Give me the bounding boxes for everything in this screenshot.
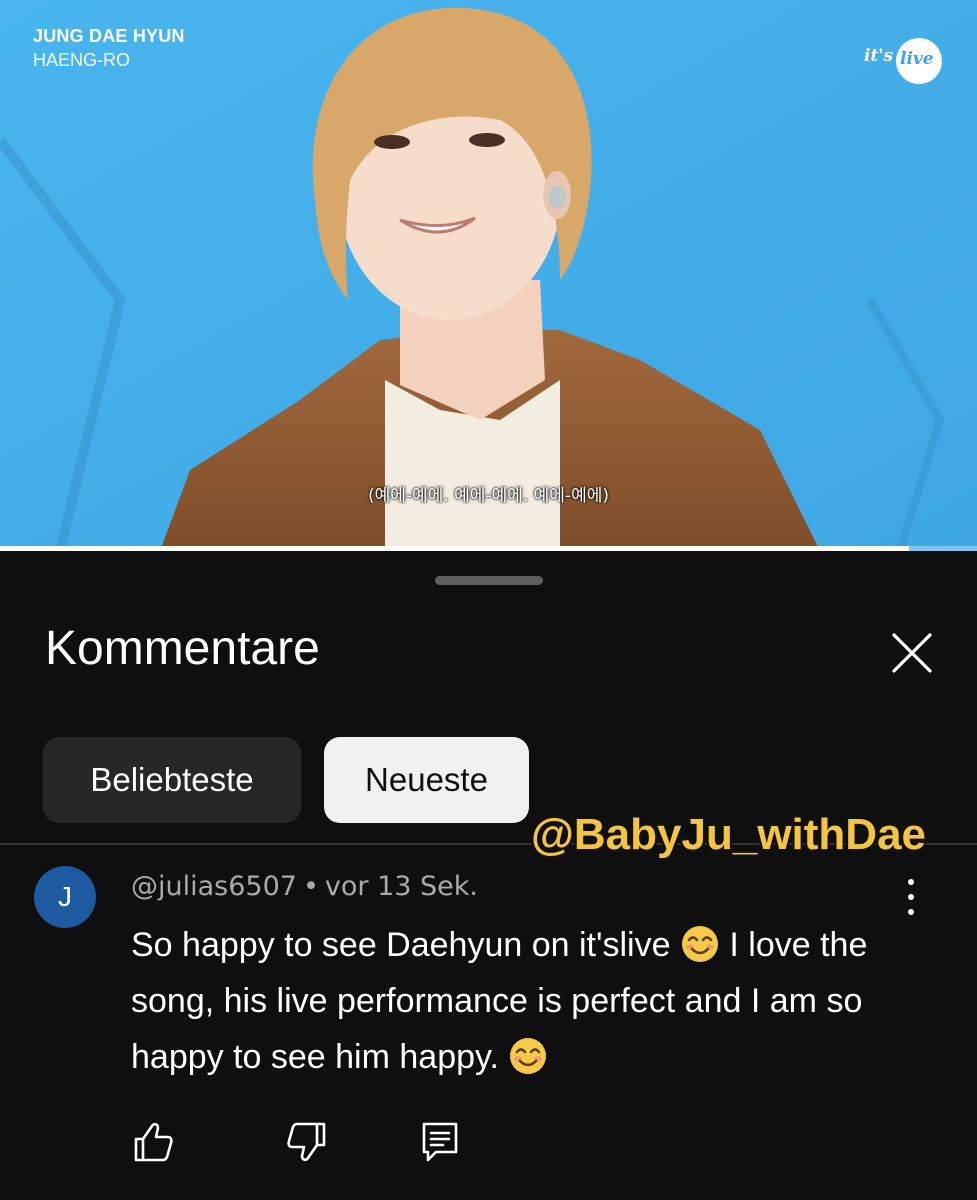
comment-author[interactable]: @julias6507 xyxy=(131,871,297,902)
brand-logo-text: it's xyxy=(864,46,894,66)
close-icon xyxy=(892,633,932,673)
video-subtitle: (예에-예에. 예에-예에. 예에-예에) xyxy=(368,486,609,506)
close-button[interactable] xyxy=(888,629,936,677)
drag-handle[interactable] xyxy=(435,576,543,585)
comment-text-part1: So happy to see Daehyun on it'slive xyxy=(131,926,680,964)
brand-logo: live xyxy=(896,38,942,84)
avatar-letter: J xyxy=(58,881,72,912)
like-icon xyxy=(134,1122,173,1162)
dislike-icon xyxy=(287,1122,326,1162)
comment-text: So happy to see Daehyun on it'slive I lo… xyxy=(131,917,911,1085)
smiling-face-emoji-icon xyxy=(681,926,718,962)
video-frame xyxy=(0,0,977,551)
reply-button[interactable] xyxy=(416,1118,464,1166)
like-button[interactable] xyxy=(130,1118,178,1166)
reply-icon xyxy=(422,1122,458,1162)
avatar[interactable]: J xyxy=(34,866,96,928)
comments-sheet: Kommentare Beliebteste Neueste @BabyJu_w… xyxy=(0,551,977,1200)
more-options-button[interactable] xyxy=(896,877,926,917)
comment-meta: @julias6507 • vor 13 Sek. xyxy=(131,871,478,902)
brand-logo-live: live xyxy=(900,49,934,69)
chip-top-comments[interactable]: Beliebteste xyxy=(43,737,301,823)
dislike-button[interactable] xyxy=(282,1118,330,1166)
video-player[interactable]: JUNG DAE HYUN HAENG-RO it's live (예에-예에.… xyxy=(0,0,977,551)
meta-separator: • xyxy=(302,871,319,902)
video-song-title: HAENG-RO xyxy=(33,50,131,70)
video-artist: JUNG DAE HYUN xyxy=(33,26,185,46)
sheet-title: Kommentare xyxy=(45,622,320,675)
chip-newest[interactable]: Neueste xyxy=(324,737,529,823)
watermark-handle: @BabyJu_withDae xyxy=(531,810,927,859)
comment-time: vor 13 Sek. xyxy=(324,871,478,902)
smiling-face-emoji-icon xyxy=(510,1038,547,1074)
